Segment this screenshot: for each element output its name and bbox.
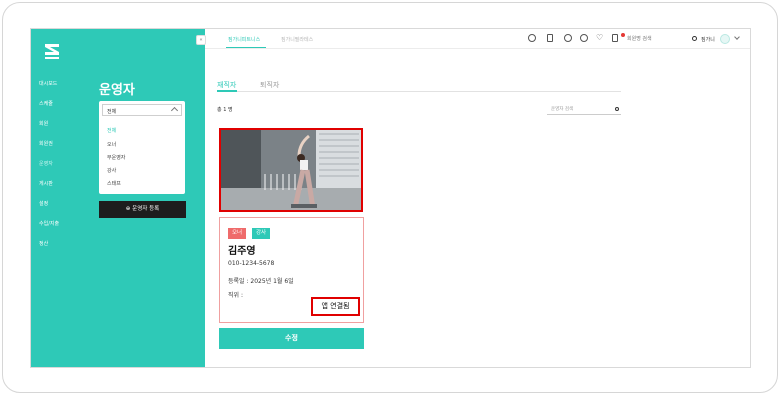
role-option-trainer[interactable]: 강사 [107,167,116,174]
sidebar-item-operators[interactable]: 운영자 [39,160,53,167]
user-circle-icon[interactable] [564,34,572,42]
edit-button[interactable]: 수정 [219,328,364,349]
staff-photo[interactable] [219,128,363,212]
total-count: 총 1 명 [217,107,233,113]
member-search-input[interactable]: 회원명 검색 [627,35,652,42]
owner-badge: 오너 [228,228,247,239]
trainer-badge: 강사 [252,228,271,239]
profile-circle-icon[interactable] [580,34,588,42]
role-filter-selected-label: 전체 [107,109,117,115]
sidebar-item-members[interactable]: 회원 [39,120,48,127]
role-option-all[interactable]: 전체 [107,127,116,134]
phone-icon[interactable] [547,34,553,42]
bell-icon[interactable] [612,34,618,42]
role-option-staff[interactable]: 스태프 [107,180,121,187]
sidebar-item-income-expense[interactable]: 수입/지출 [39,220,59,227]
tab-employed[interactable]: 재직자 [217,80,236,90]
staff-registered-date: 등록일 : 2025년 1월 6일 [228,278,294,285]
sidebar-item-settings[interactable]: 설정 [39,200,48,207]
sidebar-item-memberships[interactable]: 회원권 [39,140,53,147]
tabs-divider [217,91,621,92]
app-linked-status: 앱 연결됨 [311,297,360,316]
register-operator-button[interactable]: ⊕ 운영자 등록 [99,201,186,218]
notification-dot [621,33,625,37]
tab-gym-fitness[interactable]: 짐가니피트니스 [228,36,260,43]
heart-icon[interactable]: ♡ [596,34,604,42]
sidebar-item-settlement[interactable]: 정산 [39,240,48,247]
app-window: 대시보드 스케줄 회원 회원권 운영자 게시판 설정 수입/지출 정산 운영자 … [30,28,751,368]
role-filter-dropdown[interactable]: 전체 전체 오너 부운영자 강사 스태프 [99,101,185,194]
staff-position: 직위 : [228,292,243,299]
brand-logo-icon [45,44,59,59]
chevron-up-icon [170,106,179,115]
role-filter-selected[interactable]: 전체 [102,104,182,116]
section-title: 운영자 [99,83,135,98]
sidebar-item-schedule[interactable]: 스케줄 [39,100,53,107]
chat-icon[interactable] [528,34,536,42]
register-operator-label: 운영자 등록 [132,206,160,212]
tab-retired[interactable]: 퇴직자 [260,80,279,90]
staff-photo-image [221,130,361,210]
staff-search-input[interactable]: 운영자 검색 [547,106,621,115]
sidebar-item-board[interactable]: 게시판 [39,180,53,187]
tab-gym-pilates[interactable]: 짐가니필라테스 [281,36,313,43]
staff-card[interactable]: 오너 강사 김주영 010-1234-5678 등록일 : 2025년 1월 6… [219,217,364,323]
tab-active-indicator [217,90,237,92]
user-name[interactable]: 짐가니 [701,36,715,43]
top-tab-indicator [226,47,266,48]
search-icon[interactable] [692,36,697,41]
staff-search-icon[interactable] [615,107,619,111]
sidebar-item-dashboard[interactable]: 대시보드 [39,80,57,87]
avatar[interactable] [720,34,730,44]
staff-name: 김주영 [228,246,256,257]
staff-phone: 010-1234-5678 [228,260,275,267]
role-option-sub-manager[interactable]: 부운영자 [107,154,125,161]
sidebar: 대시보드 스케줄 회원 회원권 운영자 게시판 설정 수입/지출 정산 운영자 … [31,29,205,367]
role-option-owner[interactable]: 오너 [107,141,116,148]
